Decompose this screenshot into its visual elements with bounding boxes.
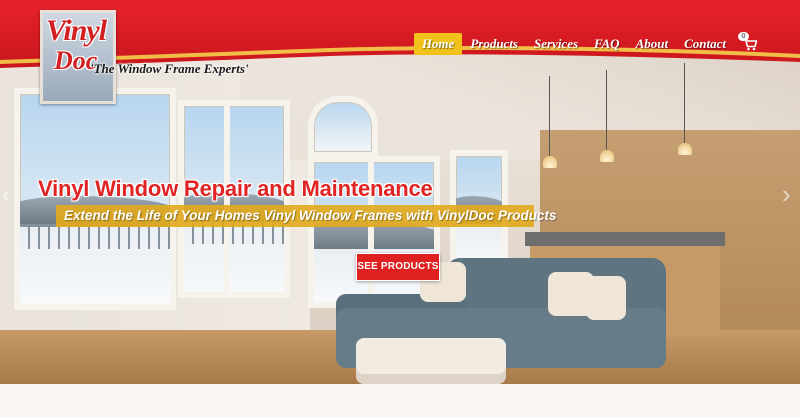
nav-services[interactable]: Services bbox=[526, 33, 586, 55]
header-banner: Vinyl Doc 'The Window Frame Experts' Hom… bbox=[0, 0, 800, 104]
chevron-left-icon[interactable]: ‹ bbox=[2, 180, 16, 208]
main-navigation: Home Products Services FAQ About Contact… bbox=[413, 32, 760, 55]
nav-home[interactable]: Home bbox=[413, 33, 463, 55]
tufted-ottoman bbox=[356, 338, 506, 384]
hero-headline: Vinyl Window Repair and Maintenance bbox=[38, 176, 433, 201]
nav-about[interactable]: About bbox=[628, 33, 677, 55]
window-arched bbox=[308, 96, 378, 158]
pendant-light bbox=[678, 63, 692, 155]
pendant-light bbox=[600, 70, 614, 162]
nav-faq[interactable]: FAQ bbox=[586, 33, 628, 55]
nav-contact[interactable]: Contact bbox=[676, 33, 734, 55]
chevron-right-icon[interactable]: › bbox=[782, 180, 796, 208]
nav-products[interactable]: Products bbox=[462, 33, 526, 55]
logo-text-vinyl: Vinyl bbox=[46, 14, 107, 47]
see-products-button[interactable]: SEE PRODUCTS bbox=[356, 253, 440, 281]
kitchen-counter bbox=[525, 232, 725, 246]
vinyldoc-logo[interactable]: Vinyl Doc bbox=[40, 10, 122, 104]
shopping-cart-icon[interactable]: 0 bbox=[738, 32, 760, 53]
cart-count-badge: 0 bbox=[738, 32, 749, 41]
brand-tagline: 'The Window Frame Experts' bbox=[90, 61, 249, 76]
pendant-light bbox=[543, 76, 557, 168]
hero-subheadline: Extend the Life of Your Homes Vinyl Wind… bbox=[56, 205, 556, 227]
